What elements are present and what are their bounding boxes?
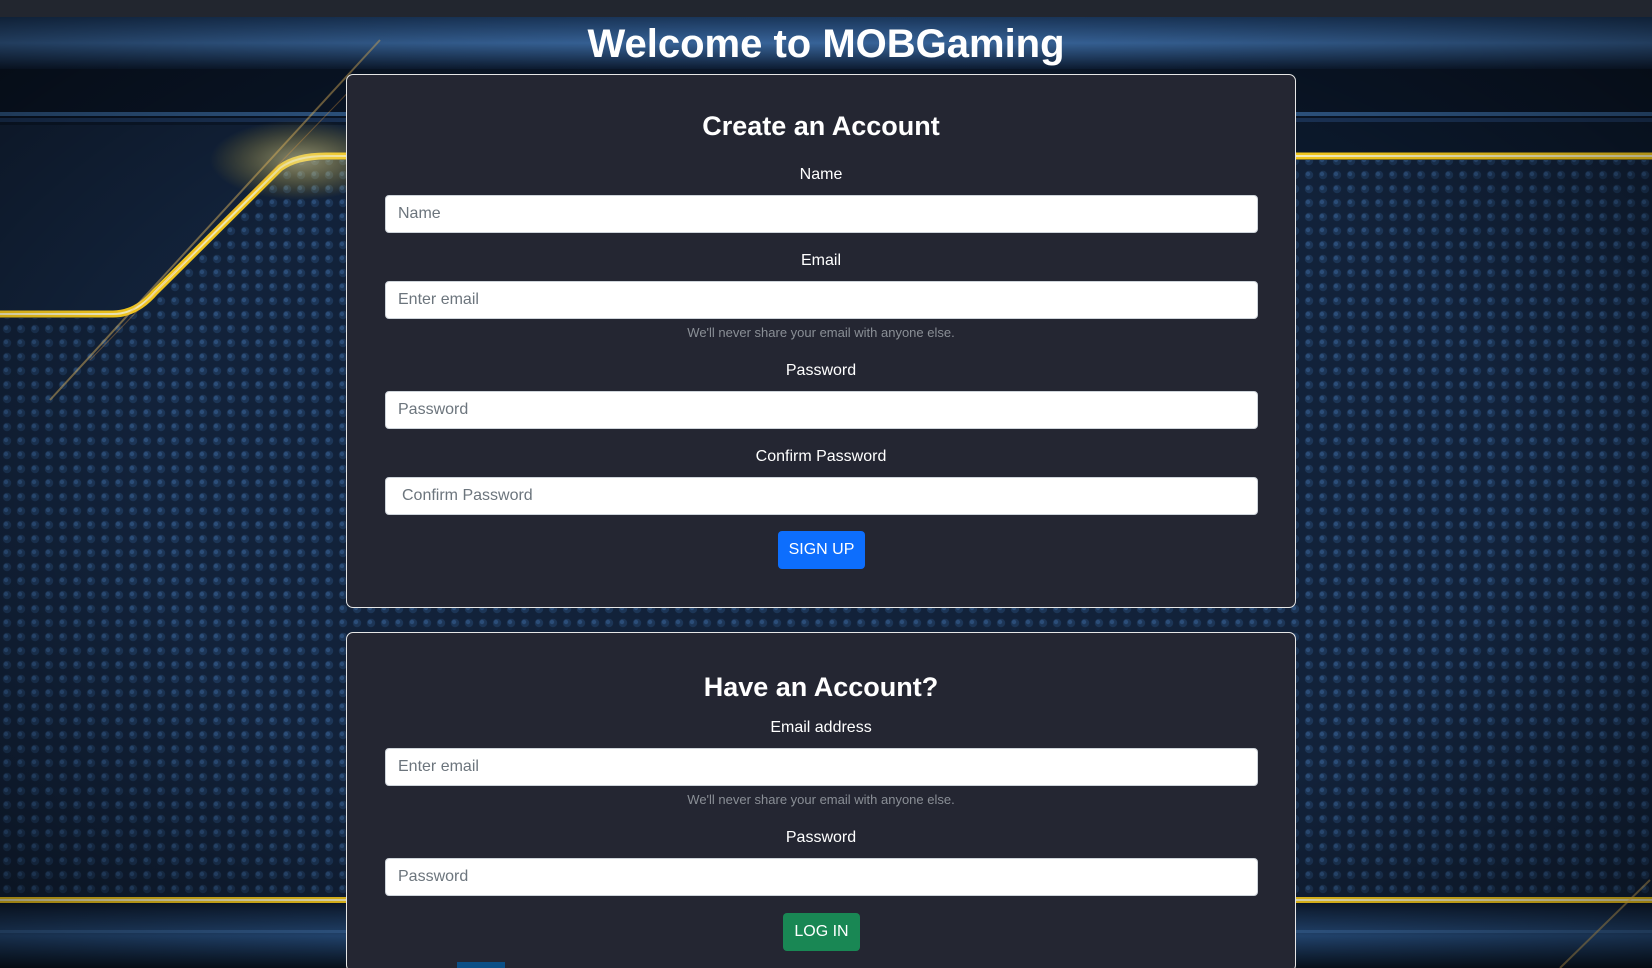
login-heading: Have an Account? [703,672,939,702]
signup-password-input[interactable] [385,391,1258,429]
login-email-input[interactable] [385,748,1258,786]
signup-email-label: Email [800,252,841,269]
signup-button[interactable]: SIGN UP [778,531,865,569]
signup-heading: Create an Account [702,111,940,141]
signup-card: Create an Account Name Email We'll never… [346,74,1296,608]
browser-top-strip [0,0,1652,17]
login-email-help: We'll never share your email with anyone… [687,792,955,807]
signup-email-help: We'll never share your email with anyone… [687,325,955,340]
page-title: Welcome to MOBGaming [587,22,1065,66]
signup-confirm-password-input[interactable] [385,477,1258,515]
login-password-label: Password [785,829,857,846]
login-card: Have an Account? Email address We'll nev… [346,632,1296,968]
signup-password-label: Password [785,362,857,379]
login-password-input[interactable] [385,858,1258,896]
login-email-label: Email address [770,719,872,736]
signup-name-label: Name [799,166,843,183]
signup-email-input[interactable] [385,281,1258,319]
signup-confirm-password-label: Confirm Password [755,448,887,465]
signup-name-input[interactable] [385,195,1258,233]
login-button[interactable]: LOG IN [783,913,860,951]
bottom-accent-bar [457,962,505,968]
